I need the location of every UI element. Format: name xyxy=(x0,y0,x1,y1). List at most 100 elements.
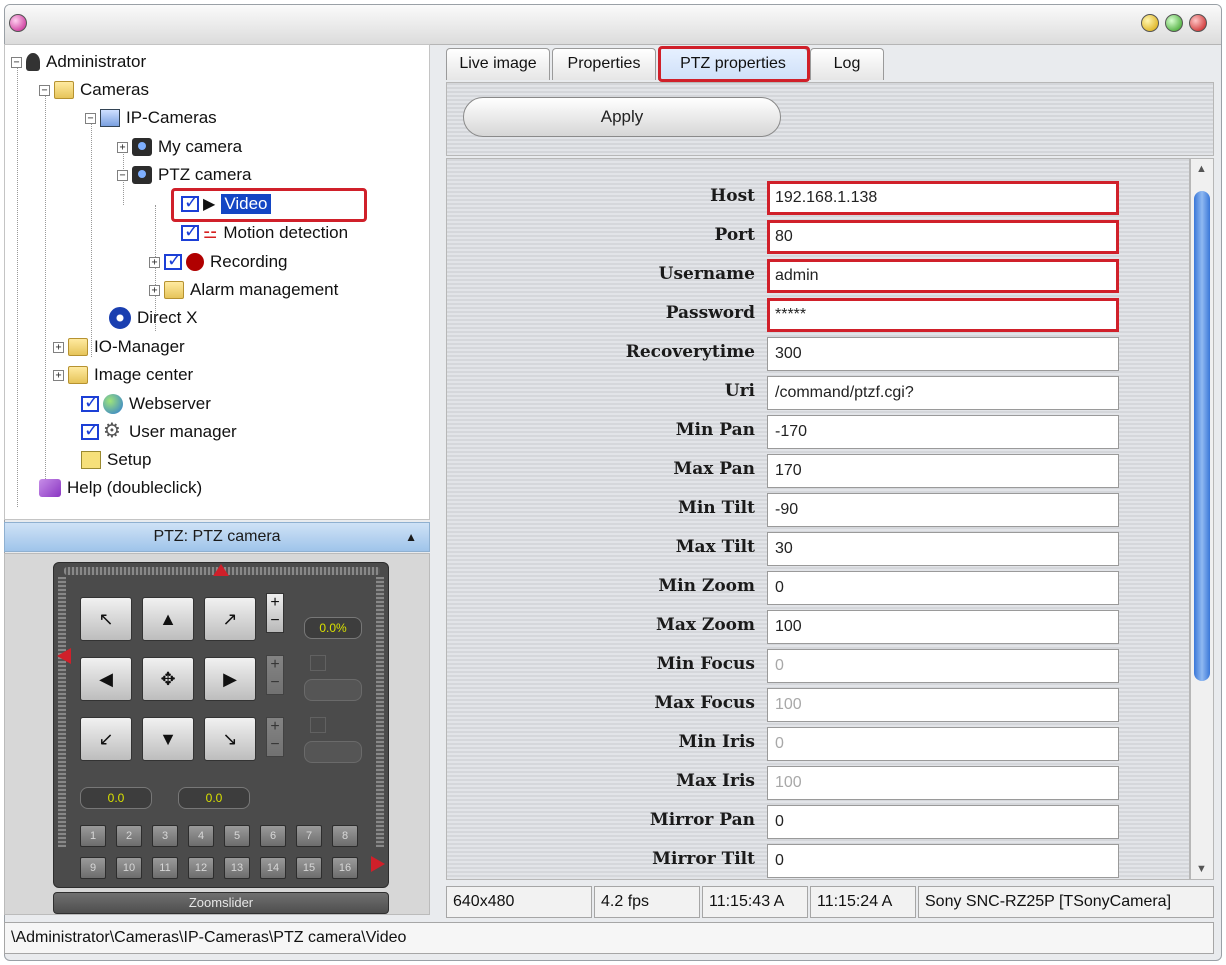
preset-button-6[interactable]: 6 xyxy=(260,825,286,847)
property-field-min-tilt[interactable]: -90 xyxy=(767,493,1119,527)
expand-icon[interactable]: + xyxy=(117,141,128,153)
apply-button[interactable]: Apply xyxy=(463,97,781,137)
tree-item-io-manager[interactable]: + IO-Manager xyxy=(53,334,185,360)
enabled-checkbox[interactable] xyxy=(81,392,99,413)
property-field-username[interactable]: admin xyxy=(767,259,1119,293)
property-field-min-zoom[interactable]: 0 xyxy=(767,571,1119,605)
property-field-min-focus[interactable]: 0 xyxy=(767,649,1119,683)
collapse-icon[interactable]: − xyxy=(39,84,50,96)
focus-plus-minus-button[interactable]: + − xyxy=(266,655,284,695)
property-field-mirror-pan[interactable]: 0 xyxy=(767,805,1119,839)
tab-live-image[interactable]: Live image xyxy=(446,48,550,80)
close-button[interactable] xyxy=(1189,14,1207,32)
scroll-down-icon[interactable]: ▼ xyxy=(1196,863,1207,875)
zoom-plus-minus-button[interactable]: + − xyxy=(266,593,284,633)
iris-auto-checkbox[interactable] xyxy=(310,717,326,733)
tree-item-help[interactable]: Help (doubleclick) xyxy=(39,475,202,501)
pan-up-left-button[interactable]: ↖ xyxy=(80,597,132,641)
properties-scrollbar[interactable]: ▲ ▼ xyxy=(1190,158,1214,880)
maximize-button[interactable] xyxy=(1165,14,1183,32)
preset-button-12[interactable]: 12 xyxy=(188,857,214,879)
property-field-recoverytime[interactable]: 300 xyxy=(767,337,1119,371)
minimize-button[interactable] xyxy=(1141,14,1159,32)
preset-button-1[interactable]: 1 xyxy=(80,825,106,847)
tilt-up-button[interactable]: ▲ xyxy=(142,597,194,641)
preset-button-7[interactable]: 7 xyxy=(296,825,322,847)
pan-right-button[interactable]: ▶ xyxy=(204,657,256,701)
property-row: Recoverytime 300 xyxy=(447,337,1189,371)
tree-item-my-camera[interactable]: + My camera xyxy=(117,134,242,160)
expand-icon[interactable]: + xyxy=(149,284,160,296)
app-menu-orb-icon[interactable] xyxy=(9,14,27,32)
collapse-icon[interactable]: − xyxy=(85,112,96,124)
property-field-max-zoom[interactable]: 100 xyxy=(767,610,1119,644)
pan-down-left-button[interactable]: ↙ xyxy=(80,717,132,761)
tree-item-user-manager[interactable]: ⚙ User manager xyxy=(81,419,237,445)
center-home-button[interactable]: ✥ xyxy=(142,657,194,701)
tree-label: User manager xyxy=(129,422,237,441)
ptz-properties-grid: Host 192.168.1.138 Port 80 Username admin Pass… xyxy=(446,158,1190,880)
expand-icon[interactable]: + xyxy=(53,341,64,353)
zoomslider[interactable]: Zoomslider xyxy=(53,892,389,914)
tree-item-direct-x[interactable]: Direct X xyxy=(109,305,197,331)
preset-button-9[interactable]: 9 xyxy=(80,857,106,879)
collapse-icon[interactable]: − xyxy=(11,56,22,68)
tab-properties[interactable]: Properties xyxy=(552,48,656,80)
enabled-checkbox[interactable] xyxy=(81,420,99,441)
preset-button-4[interactable]: 4 xyxy=(188,825,214,847)
preset-button-16[interactable]: 16 xyxy=(332,857,358,879)
tree-item-administrator[interactable]: − Administrator xyxy=(11,49,146,75)
navigation-tree[interactable]: − Administrator − Cameras − IP-Cameras +… xyxy=(4,44,430,520)
preset-button-3[interactable]: 3 xyxy=(152,825,178,847)
expand-icon[interactable]: + xyxy=(53,369,64,381)
scroll-up-icon[interactable]: ▲ xyxy=(1196,163,1207,175)
tree-item-ptz-camera[interactable]: − PTZ camera xyxy=(117,162,252,188)
pan-up-right-button[interactable]: ↗ xyxy=(204,597,256,641)
pan-down-right-button[interactable]: ↘ xyxy=(204,717,256,761)
zoom-display: 0.0% xyxy=(304,617,362,639)
tree-label: IO-Manager xyxy=(94,337,185,356)
scrollbar-thumb[interactable] xyxy=(1194,191,1210,681)
tree-item-motion-detection[interactable]: ⚍ Motion detection xyxy=(181,220,348,246)
property-field-max-focus[interactable]: 100 xyxy=(767,688,1119,722)
iris-plus-minus-button[interactable]: + − xyxy=(266,717,284,757)
collapse-arrow-icon[interactable]: ▲ xyxy=(405,523,417,551)
tree-item-cameras[interactable]: − Cameras xyxy=(39,77,149,103)
tree-item-ip-cameras[interactable]: − IP-Cameras xyxy=(85,105,217,131)
enabled-checkbox[interactable] xyxy=(181,221,199,242)
property-field-mirror-tilt[interactable]: 0 xyxy=(767,844,1119,878)
property-field-min-pan[interactable]: -170 xyxy=(767,415,1119,449)
preset-button-10[interactable]: 10 xyxy=(116,857,142,879)
pan-left-button[interactable]: ◀ xyxy=(80,657,132,701)
property-label-max-focus: Max Focus xyxy=(654,693,755,713)
property-field-uri[interactable]: /command/ptzf.cgi? xyxy=(767,376,1119,410)
preset-button-15[interactable]: 15 xyxy=(296,857,322,879)
property-field-max-iris[interactable]: 100 xyxy=(767,766,1119,800)
property-field-host[interactable]: 192.168.1.138 xyxy=(767,181,1119,215)
collapse-icon[interactable]: − xyxy=(117,169,128,181)
property-field-port[interactable]: 80 xyxy=(767,220,1119,254)
preset-button-5[interactable]: 5 xyxy=(224,825,250,847)
property-field-max-pan[interactable]: 170 xyxy=(767,454,1119,488)
tree-label: IP-Cameras xyxy=(126,108,217,127)
preset-button-8[interactable]: 8 xyxy=(332,825,358,847)
tilt-down-button[interactable]: ▼ xyxy=(142,717,194,761)
tree-item-webserver[interactable]: Webserver xyxy=(81,391,211,417)
enabled-checkbox[interactable] xyxy=(164,250,182,271)
preset-button-13[interactable]: 13 xyxy=(224,857,250,879)
tab-log[interactable]: Log xyxy=(810,48,884,80)
property-field-password[interactable]: ***** xyxy=(767,298,1119,332)
property-field-min-iris[interactable]: 0 xyxy=(767,727,1119,761)
tree-item-image-center[interactable]: + Image center xyxy=(53,362,193,388)
preset-button-14[interactable]: 14 xyxy=(260,857,286,879)
preset-button-2[interactable]: 2 xyxy=(116,825,142,847)
property-row: Host 192.168.1.138 xyxy=(447,181,1189,215)
preset-button-11[interactable]: 11 xyxy=(152,857,178,879)
ptz-panel-header[interactable]: PTZ: PTZ camera ▲ xyxy=(4,522,430,552)
tree-item-setup[interactable]: Setup xyxy=(81,447,151,473)
focus-auto-checkbox[interactable] xyxy=(310,655,326,671)
property-field-max-tilt[interactable]: 30 xyxy=(767,532,1119,566)
tree-item-alarm-management[interactable]: + Alarm management xyxy=(149,277,338,303)
expand-icon[interactable]: + xyxy=(149,256,160,268)
tree-item-recording[interactable]: + Recording xyxy=(149,249,288,275)
